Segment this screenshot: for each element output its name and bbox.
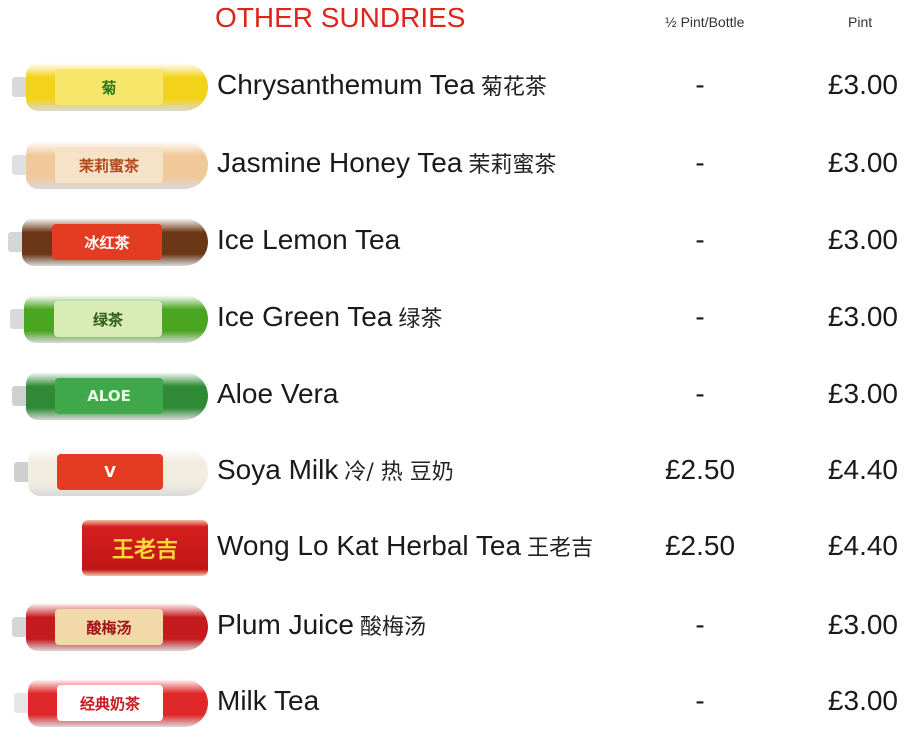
item-name: Wong Lo Kat Herbal Tea 王老吉 [217, 530, 593, 562]
menu-row: 经典奶茶 Milk Tea - £3.00 [0, 673, 906, 733]
menu-row: 冰红茶 Ice Lemon Tea - £3.00 [0, 212, 906, 272]
item-name: Ice Green Tea 绿茶 [217, 301, 442, 333]
price-pint: £4.40 [827, 454, 898, 485]
drink-bottle-image: 茉莉蜜茶 [12, 141, 208, 189]
item-name: Ice Lemon Tea [217, 224, 400, 256]
price-pint: £4.40 [827, 530, 898, 561]
bottle-label: 经典奶茶 [56, 685, 164, 721]
bottle-label: 绿茶 [53, 301, 163, 337]
menu-page: OTHER SUNDRIES ½ Pint/Bottle Pint 菊 Chrys… [0, 0, 906, 741]
column-header-half-pint: ½ Pint/Bottle [665, 14, 745, 30]
drink-bottle-image: ALOE [12, 372, 208, 420]
item-name-chinese: 冷/ 热 豆奶 [344, 460, 454, 485]
item-name-english: Milk Tea [217, 685, 320, 716]
drink-bottle-image: 菊 [12, 63, 208, 111]
menu-row: 菊 Chrysanthemum Tea 菊花茶 - £3.00 [0, 57, 906, 117]
price-pint: £3.00 [827, 224, 898, 255]
item-name: Soya Milk 冷/ 热 豆奶 [217, 454, 454, 486]
section-title: OTHER SUNDRIES [215, 2, 466, 33]
bottle-label: 酸梅汤 [55, 609, 163, 645]
price-half-pint: - [695, 224, 705, 255]
item-name: Plum Juice 酸梅汤 [217, 609, 426, 641]
price-half-pint: £2.50 [664, 530, 736, 561]
item-name-english: Jasmine Honey Tea [217, 147, 463, 178]
drink-bottle-image: 冰红茶 [8, 218, 208, 266]
drink-bottle-image: V [14, 448, 208, 496]
item-name-chinese: 酸梅汤 [359, 615, 426, 640]
price-pint: £3.00 [827, 147, 898, 178]
item-name-chinese: 王老吉 [527, 536, 594, 561]
bottle-label: 菊 [55, 69, 163, 105]
menu-row: 酸梅汤 Plum Juice 酸梅汤 - £3.00 [0, 597, 906, 657]
price-pint: £3.00 [827, 378, 898, 409]
menu-row: V Soya Milk 冷/ 热 豆奶 £2.50 £4.40 [0, 442, 906, 502]
drink-bottle-image: 绿茶 [10, 295, 208, 343]
drink-bottle-image: 酸梅汤 [12, 603, 208, 651]
item-name: Jasmine Honey Tea 茉莉蜜茶 [217, 147, 556, 179]
price-half-pint: - [695, 301, 705, 332]
item-name-english: Chrysanthemum Tea [217, 69, 475, 100]
price-half-pint: £2.50 [664, 454, 736, 485]
item-name: Milk Tea [217, 685, 319, 717]
item-name-english: Wong Lo Kat Herbal Tea [217, 530, 522, 561]
item-name-english: Ice Lemon Tea [217, 224, 401, 255]
menu-row: 茉莉蜜茶 Jasmine Honey Tea 茉莉蜜茶 - £3.00 [0, 135, 906, 195]
price-pint: £3.00 [827, 301, 898, 332]
price-pint: £3.00 [827, 69, 898, 100]
item-name: Aloe Vera [217, 378, 338, 410]
price-pint: £3.00 [827, 609, 898, 640]
price-half-pint: - [695, 378, 705, 409]
item-name-chinese: 菊花茶 [480, 75, 547, 100]
item-name-chinese: 茉莉蜜茶 [468, 153, 557, 178]
menu-row: 绿茶 Ice Green Tea 绿茶 - £3.00 [0, 289, 906, 349]
bottle-label: 冰红茶 [52, 224, 162, 260]
menu-row: 王老吉 Wong Lo Kat Herbal Tea 王老吉 £2.50 £4.40 [0, 518, 906, 578]
price-half-pint: - [695, 609, 705, 640]
can-label: 王老吉 [111, 537, 178, 563]
bottle-label: ALOE [55, 378, 163, 414]
bottle-label: V [56, 454, 164, 490]
price-pint: £3.00 [827, 685, 898, 716]
item-name-english: Aloe Vera [217, 378, 339, 409]
item-name-english: Soya Milk [217, 454, 339, 485]
price-half-pint: - [695, 69, 705, 100]
item-name: Chrysanthemum Tea 菊花茶 [217, 69, 547, 101]
menu-row: ALOE Aloe Vera - £3.00 [0, 366, 906, 426]
bottle-label: 茉莉蜜茶 [55, 147, 163, 183]
drink-bottle-image: 经典奶茶 [14, 679, 208, 727]
price-half-pint: - [695, 685, 705, 716]
item-name-english: Ice Green Tea [217, 301, 393, 332]
price-half-pint: - [695, 147, 705, 178]
item-name-english: Plum Juice [217, 609, 354, 640]
drink-can-image: 王老吉 [82, 520, 208, 576]
item-name-chinese: 绿茶 [398, 307, 443, 332]
column-header-pint: Pint [848, 14, 873, 30]
